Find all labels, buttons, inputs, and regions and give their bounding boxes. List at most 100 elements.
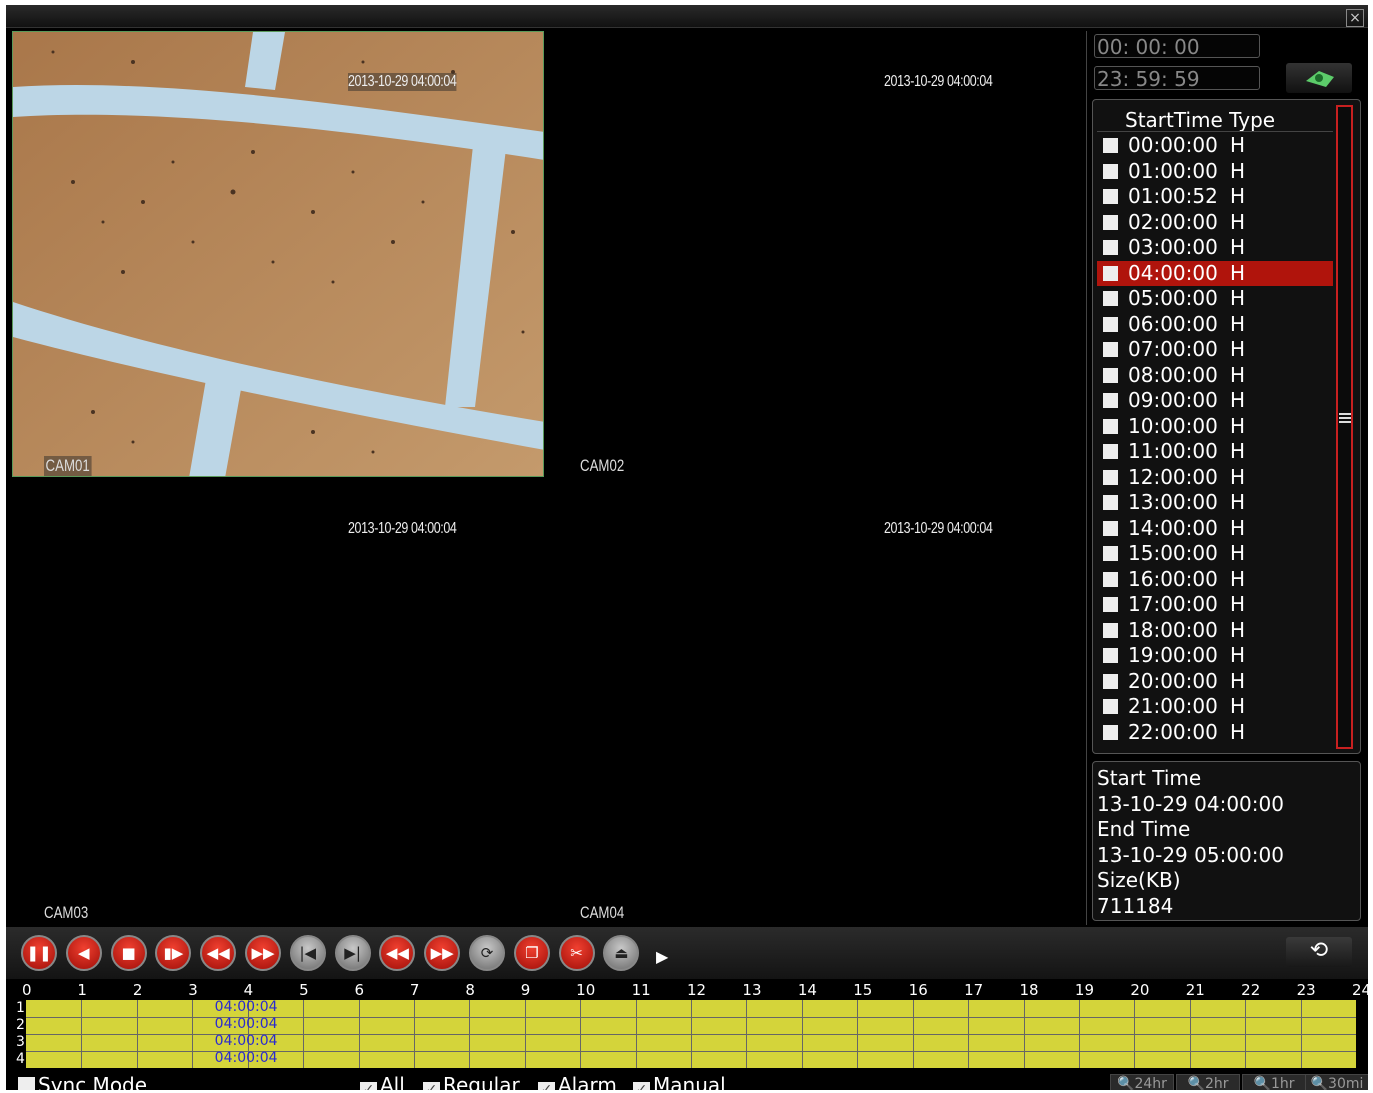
file-list-row[interactable]: 01:00:52 H bbox=[1097, 184, 1333, 209]
file-list-row[interactable]: 06:00:00 H bbox=[1097, 312, 1333, 337]
filter-bar: Sync Mode ✓ All ✓ Regular ✓ Alarm ✓ Manual 🔍… bbox=[6, 1070, 1368, 1090]
camera-view-3[interactable]: 2013-10-29 04:00:04 CAM03 bbox=[10, 478, 546, 925]
next-file-icon: ▶▶ bbox=[430, 944, 454, 962]
zoom-1hr-button[interactable]: 🔍1hr bbox=[1242, 1074, 1306, 1090]
next-frame-button[interactable]: ▶| bbox=[334, 935, 371, 971]
loop-button[interactable]: ⟳ bbox=[469, 935, 505, 971]
list-header-divider bbox=[1097, 131, 1333, 132]
row-checkbox[interactable] bbox=[1103, 393, 1118, 408]
file-list-row[interactable]: 22:00:00 H bbox=[1097, 720, 1333, 745]
regular-checkbox[interactable]: ✓ Regular bbox=[423, 1073, 520, 1090]
camera-view-2[interactable]: 2013-10-29 04:00:04 CAM02 bbox=[546, 31, 1082, 478]
row-checkbox[interactable] bbox=[1103, 546, 1118, 561]
close-button[interactable]: × bbox=[1346, 9, 1364, 27]
row-checkbox[interactable] bbox=[1103, 342, 1118, 357]
list-scrollbar[interactable] bbox=[1336, 105, 1353, 749]
fast-forward-button[interactable]: ▶▶ bbox=[245, 935, 281, 971]
previous-frame-button[interactable]: |◀ bbox=[289, 935, 326, 971]
next-file-button[interactable]: ▶▶ bbox=[424, 935, 461, 971]
row-checkbox[interactable] bbox=[1103, 597, 1118, 612]
file-list-row[interactable]: 18:00:00 H bbox=[1097, 618, 1333, 643]
file-list-row[interactable]: 04:00:00 H bbox=[1097, 260, 1333, 286]
start-time-value: 13-10-29 04:00:00 bbox=[1097, 792, 1284, 816]
row-checkbox[interactable] bbox=[1103, 163, 1118, 179]
sync-button[interactable]: ⟲ bbox=[1286, 937, 1352, 967]
file-list-row[interactable]: 03:00:00 H bbox=[1097, 235, 1333, 260]
file-list-row[interactable]: 10:00:00 H bbox=[1097, 414, 1333, 439]
file-list-row[interactable]: 13:00:00 H bbox=[1097, 490, 1333, 515]
row-type: H bbox=[1230, 337, 1246, 361]
camera-view-4[interactable]: 2013-10-29 04:00:04 CAM04 bbox=[546, 478, 1082, 925]
file-list-row[interactable]: 11:00:00 H bbox=[1097, 439, 1333, 464]
row-checkbox[interactable] bbox=[1103, 265, 1118, 281]
row-checkbox[interactable] bbox=[1103, 520, 1118, 536]
row-checkbox[interactable] bbox=[1103, 367, 1118, 383]
file-list-row[interactable]: 15:00:00 H bbox=[1097, 541, 1333, 566]
camera-timestamp: 2013-10-29 04:00:04 bbox=[884, 73, 993, 90]
row-checkbox[interactable] bbox=[1103, 444, 1118, 459]
backup-button[interactable]: ⏏ bbox=[603, 935, 640, 971]
file-list-row[interactable]: 01:00:00 H bbox=[1097, 159, 1333, 184]
row-checkbox[interactable] bbox=[1103, 724, 1118, 740]
pause-button[interactable]: ❚❚ bbox=[21, 935, 57, 971]
file-list-row[interactable]: 05:00:00 H bbox=[1097, 286, 1333, 311]
file-list-row[interactable]: 02:00:00 H bbox=[1097, 210, 1333, 235]
alarm-checkbox[interactable]: ✓ Alarm bbox=[538, 1073, 617, 1090]
row-checkbox[interactable] bbox=[1103, 316, 1118, 332]
backup-icon: ⏏ bbox=[614, 944, 629, 962]
reverse-play-button[interactable]: ◀ bbox=[65, 935, 102, 971]
file-list-row[interactable]: 12:00:00 H bbox=[1097, 465, 1333, 490]
row-checkbox[interactable] bbox=[1103, 291, 1118, 306]
row-checkbox[interactable] bbox=[1103, 699, 1118, 714]
file-list-row[interactable]: 20:00:00 H bbox=[1097, 669, 1333, 694]
file-list-row[interactable]: 17:00:00 H bbox=[1097, 592, 1333, 617]
file-list-row[interactable]: 16:00:00 H bbox=[1097, 567, 1333, 592]
row-type: H bbox=[1230, 617, 1246, 642]
manual-checkbox[interactable]: ✓ Manual bbox=[633, 1073, 726, 1090]
row-checkbox[interactable] bbox=[1103, 240, 1118, 255]
row-checkbox[interactable] bbox=[1103, 648, 1118, 663]
window-mode-button[interactable]: ❐ bbox=[513, 935, 550, 971]
start-time-input[interactable]: 00: 00: 00 bbox=[1094, 34, 1260, 59]
previous-file-button[interactable]: ◀◀ bbox=[379, 935, 416, 971]
manual-label: Manual bbox=[653, 1073, 726, 1090]
clip-button[interactable]: ✂ bbox=[558, 935, 595, 971]
file-list-row[interactable]: 07:00:00 H bbox=[1097, 337, 1333, 362]
row-checkbox[interactable] bbox=[1103, 495, 1118, 510]
row-checkbox[interactable] bbox=[1103, 571, 1118, 587]
row-checkbox[interactable] bbox=[1103, 189, 1118, 204]
file-list-row[interactable]: 21:00:00 H bbox=[1097, 694, 1333, 719]
search-button[interactable] bbox=[1286, 63, 1352, 93]
timeline-grid[interactable]: 04:00:04 04:00:04 04:00:04 04:00:04 bbox=[26, 999, 1356, 1068]
file-list-row[interactable]: 08:00:00 H bbox=[1097, 363, 1333, 388]
file-list-row[interactable]: 19:00:00 H bbox=[1097, 643, 1333, 668]
rewind-button[interactable]: ◀◀ bbox=[200, 935, 237, 971]
row-checkbox[interactable] bbox=[1103, 622, 1118, 638]
size-label: Size(KB) bbox=[1097, 868, 1181, 892]
all-checkbox[interactable]: ✓ All bbox=[360, 1073, 405, 1090]
row-checkbox[interactable] bbox=[1103, 138, 1118, 153]
camera-timestamp: 2013-10-29 04:00:04 bbox=[348, 520, 457, 537]
file-list-row[interactable]: 00:00:00 H bbox=[1097, 133, 1333, 158]
row-checkbox[interactable] bbox=[1103, 673, 1118, 689]
end-time-input[interactable]: 23: 59: 59 bbox=[1094, 66, 1260, 91]
check-icon: ✓ bbox=[360, 1082, 377, 1090]
zoom-30mi-button[interactable]: 🔍30mi bbox=[1305, 1074, 1368, 1090]
end-time-label: End Time bbox=[1097, 817, 1191, 841]
zoom-2hr-button[interactable]: 🔍2hr bbox=[1176, 1074, 1240, 1090]
row-checkbox[interactable] bbox=[1103, 418, 1118, 434]
row-checkbox[interactable] bbox=[1103, 469, 1118, 485]
row-type: H bbox=[1230, 158, 1246, 183]
row-type: H bbox=[1230, 566, 1246, 591]
file-list-row[interactable]: 14:00:00 H bbox=[1097, 516, 1333, 541]
row-checkbox[interactable] bbox=[1103, 214, 1118, 230]
camera-view-1[interactable]: 2013-10-29 04:00:04 CAM01 bbox=[10, 31, 546, 478]
play-arrow-icon[interactable]: ▶ bbox=[656, 947, 668, 966]
stop-button[interactable]: ■ bbox=[110, 935, 147, 971]
file-list-row[interactable]: 09:00:00 H bbox=[1097, 388, 1333, 413]
file-info-panel: Start Time 13-10-29 04:00:00 End Time 13… bbox=[1092, 761, 1361, 921]
scrollbar-grip-icon[interactable] bbox=[1339, 413, 1351, 423]
sync-mode-checkbox[interactable]: Sync Mode bbox=[18, 1073, 147, 1090]
step-forward-button[interactable]: ▮▶ bbox=[155, 935, 192, 971]
zoom-24hr-button[interactable]: 🔍24hr bbox=[1110, 1074, 1174, 1090]
